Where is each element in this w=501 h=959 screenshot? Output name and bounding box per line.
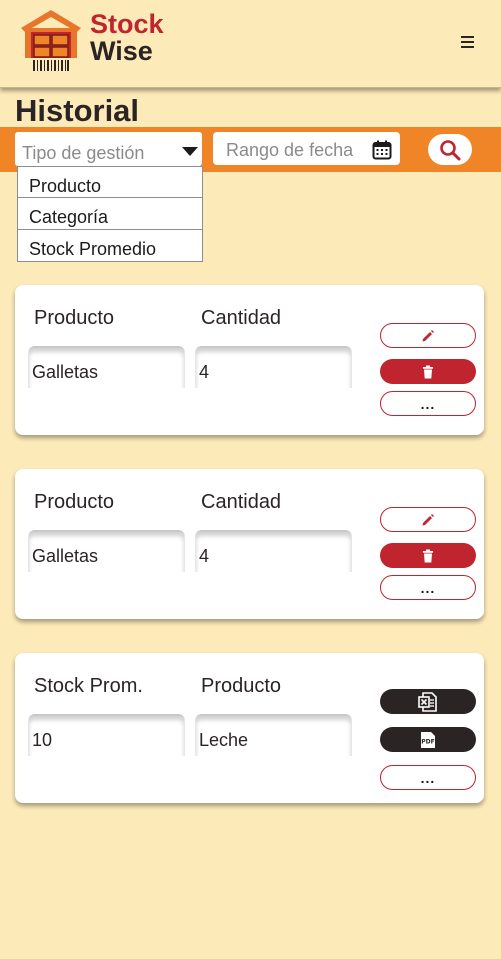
page-title: Historial [15,93,140,128]
field-value: 4 [199,546,210,566]
product-field[interactable]: Leche [196,714,351,756]
field-label: Producto [34,491,115,513]
option-categoria[interactable]: Categoría [18,198,202,230]
chevron-down-icon [182,147,198,156]
quantity-field[interactable]: 4 [196,346,351,388]
pencil-icon [422,329,434,341]
more-options-button[interactable]: ... [380,765,476,790]
brand-name: Stock Wise [90,11,164,65]
brand-line1: Stock [90,9,164,39]
menu-icon[interactable] [459,36,479,52]
field-value: Leche [199,730,249,750]
pencil-icon [422,513,434,525]
management-type-placeholder: Tipo de gestión [22,143,145,163]
field-label: Producto [201,675,282,697]
pdf-label: PDF [421,738,434,745]
delete-button[interactable] [380,543,476,568]
history-card: Producto Cantidad Galletas 4 ... [15,469,484,619]
field-value: Galletas [32,546,99,566]
export-pdf-button[interactable]: PDF [380,727,476,752]
search-button[interactable] [428,134,472,165]
management-type-select[interactable]: Tipo de gestión [15,132,202,166]
history-card: Producto Cantidad Galletas 4 ... [15,285,484,435]
pdf-icon: PDF [421,731,435,748]
average-stock-field[interactable]: 10 [29,714,184,756]
history-card: Stock Prom. Producto 10 Leche PDF ... [15,653,484,803]
option-producto[interactable]: Producto [18,167,202,198]
field-value: 10 [32,730,53,750]
search-icon [440,140,461,161]
trash-icon [423,365,433,378]
option-stock-promedio[interactable]: Stock Promedio [18,230,202,262]
field-label: Cantidad [201,491,282,513]
product-field[interactable]: Galletas [29,346,184,388]
date-range-input[interactable]: Rango de fecha [213,132,400,165]
product-field[interactable]: Galletas [29,530,184,572]
more-label: ... [420,396,436,412]
field-label: Producto [34,307,115,329]
calendar-icon[interactable] [372,140,392,160]
field-label: Cantidad [201,307,282,329]
date-range-placeholder: Rango de fecha [226,140,354,160]
management-type-dropdown: Producto Categoría Stock Promedio [17,166,203,262]
more-options-button[interactable]: ... [380,391,476,416]
edit-button[interactable] [380,323,476,348]
more-label: ... [420,580,436,596]
more-options-button[interactable]: ... [380,575,476,600]
field-value: 4 [199,362,210,382]
trash-icon [423,549,433,562]
export-excel-button[interactable] [380,689,476,714]
brand-line2: Wise [90,36,153,66]
edit-button[interactable] [380,507,476,532]
app-header: Stock Wise [0,0,501,88]
warehouse-logo-icon [21,10,81,71]
field-value: Galletas [32,362,99,382]
more-label: ... [420,770,436,786]
excel-icon [418,691,437,712]
quantity-field[interactable]: 4 [196,530,351,572]
field-label: Stock Prom. [34,675,143,697]
delete-button[interactable] [380,359,476,384]
